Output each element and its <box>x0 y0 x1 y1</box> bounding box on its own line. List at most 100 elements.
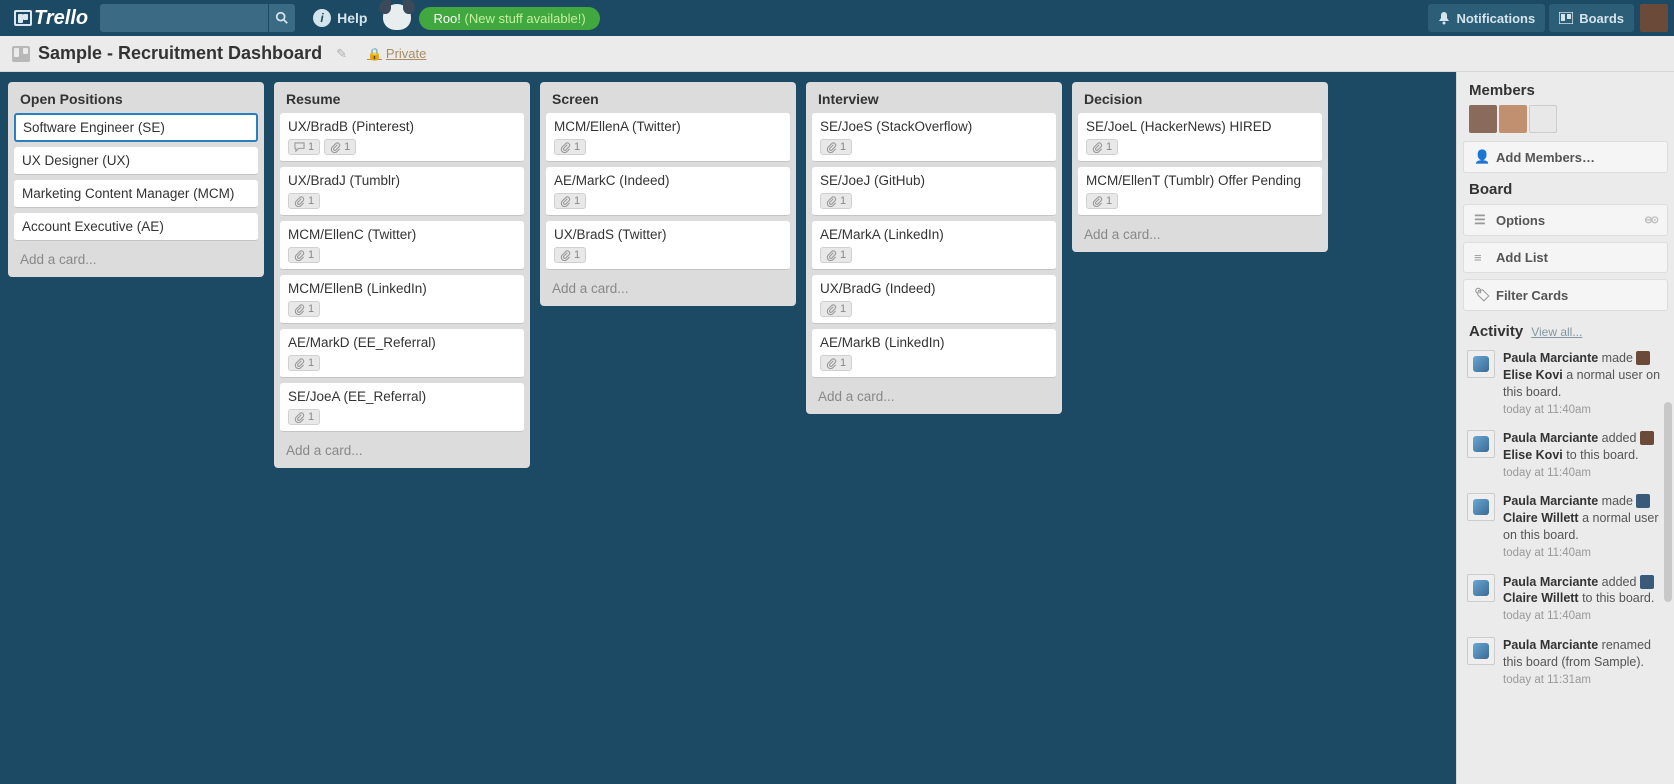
card[interactable]: MCM/EllenB (LinkedIn)1 <box>280 275 524 324</box>
card-title: UX Designer (UX) <box>22 153 250 168</box>
attachment-icon <box>1092 196 1103 207</box>
card[interactable]: AE/MarkB (LinkedIn)1 <box>812 329 1056 378</box>
member-avatar[interactable] <box>1469 105 1497 133</box>
activity-avatar[interactable] <box>1467 493 1495 521</box>
card[interactable]: Marketing Content Manager (MCM) <box>14 180 258 208</box>
view-all-link[interactable]: View all... <box>1531 325 1582 339</box>
activity-list: Paula Marciante made Elise Kovi a normal… <box>1457 344 1674 694</box>
attachment-icon <box>294 250 305 261</box>
add-card-link[interactable]: Add a card... <box>280 437 524 460</box>
search-input[interactable] <box>100 4 268 32</box>
member-avatar[interactable] <box>1499 105 1527 133</box>
attachment-icon <box>560 196 571 207</box>
add-card-link[interactable]: Add a card... <box>546 275 790 298</box>
member-avatar[interactable] <box>1529 105 1557 133</box>
search-button[interactable] <box>269 4 295 32</box>
card[interactable]: SE/JoeA (EE_Referral)1 <box>280 383 524 432</box>
card[interactable]: SE/JoeS (StackOverflow) 1 <box>812 113 1056 162</box>
activity-avatar[interactable] <box>1467 350 1495 378</box>
card[interactable]: SE/JoeL (HackerNews) HIRED 1 <box>1078 113 1322 162</box>
filter-cards-button[interactable]: 🏷 Filter Cards <box>1463 279 1668 311</box>
card-badges: 1 <box>288 409 516 425</box>
card[interactable]: AE/MarkD (EE_Referral)1 <box>280 329 524 378</box>
notifications-button[interactable]: Notifications <box>1428 4 1545 32</box>
attachment-count: 1 <box>308 303 314 315</box>
card[interactable]: MCM/EllenT (Tumblr) Offer Pending1 <box>1078 167 1322 216</box>
card[interactable]: MCM/EllenC (Twitter)1 <box>280 221 524 270</box>
help-label: Help <box>337 10 367 26</box>
attachment-icon <box>330 142 341 153</box>
card-title: Marketing Content Manager (MCM) <box>22 186 250 201</box>
card[interactable]: UX Designer (UX) <box>14 147 258 175</box>
attachment-icon <box>294 412 305 423</box>
attachment-badge: 1 <box>324 139 356 155</box>
boards-button[interactable]: Boards <box>1549 4 1634 32</box>
add-card-link[interactable]: Add a card... <box>14 246 258 269</box>
list-title[interactable]: Screen <box>546 88 790 113</box>
attachment-count: 1 <box>308 195 314 207</box>
list-title[interactable]: Open Positions <box>14 88 258 113</box>
card-title: SE/JoeS (StackOverflow) <box>820 119 1048 134</box>
card[interactable]: UX/BradB (Pinterest)11 <box>280 113 524 162</box>
attachment-count: 1 <box>308 411 314 423</box>
card-badges: 1 <box>554 193 782 209</box>
card[interactable]: UX/BradJ (Tumblr)1 <box>280 167 524 216</box>
options-button[interactable]: ☰ Options ⊖⊙ <box>1463 204 1668 236</box>
lock-icon: 🔒 <box>367 47 382 61</box>
list-title[interactable]: Interview <box>812 88 1056 113</box>
card[interactable]: AE/MarkA (LinkedIn)1 <box>812 221 1056 270</box>
options-icon: ☰ <box>1474 212 1488 228</box>
attachment-icon <box>294 196 305 207</box>
scrollbar-thumb[interactable] <box>1664 402 1672 602</box>
list-title[interactable]: Decision <box>1078 88 1322 113</box>
roo-new: (New stuff available!) <box>465 11 586 26</box>
card-badges: 1 <box>554 139 782 155</box>
private-toggle[interactable]: 🔒 Private <box>367 46 426 61</box>
board-header: Sample - Recruitment Dashboard ✎ 🔒 Priva… <box>0 36 1674 72</box>
attachment-icon <box>826 304 837 315</box>
members-row <box>1457 105 1674 141</box>
husky-mascot-icon[interactable] <box>377 0 417 36</box>
activity-avatar[interactable] <box>1467 430 1495 458</box>
card[interactable]: AE/MarkC (Indeed)1 <box>546 167 790 216</box>
attachment-count: 1 <box>308 357 314 369</box>
comment-badge: 1 <box>288 139 320 155</box>
filter-icon: 🏷 <box>1474 287 1488 303</box>
card[interactable]: MCM/EllenA (Twitter)1 <box>546 113 790 162</box>
board-title[interactable]: Sample - Recruitment Dashboard <box>38 43 322 64</box>
attachment-icon <box>1092 142 1103 153</box>
attachment-badge: 1 <box>1086 193 1118 209</box>
activity-avatar[interactable] <box>1467 574 1495 602</box>
board-canvas[interactable]: Open PositionsSoftware Engineer (SE) UX D… <box>0 72 1456 784</box>
card-badges: 1 <box>820 193 1048 209</box>
activity-text: Paula Marciante made Claire Willett a no… <box>1503 493 1664 561</box>
activity-text: Paula Marciante made Elise Kovi a normal… <box>1503 350 1664 418</box>
card-badges: 1 <box>820 355 1048 371</box>
card[interactable]: UX/BradG (Indeed)1 <box>812 275 1056 324</box>
user-avatar[interactable] <box>1640 4 1668 32</box>
help-link[interactable]: i Help <box>313 9 367 27</box>
add-list-button[interactable]: ≡ Add List <box>1463 242 1668 273</box>
logo[interactable]: Trello <box>6 7 96 30</box>
pencil-icon[interactable]: ✎ <box>336 46 347 62</box>
activity-avatar[interactable] <box>1467 637 1495 665</box>
roo-announce[interactable]: Roo! (New stuff available!) <box>419 7 599 30</box>
activity-time: today at 11:40am <box>1503 546 1664 562</box>
card[interactable]: SE/JoeJ (GitHub)1 <box>812 167 1056 216</box>
card[interactable]: Software Engineer (SE) <box>14 113 258 142</box>
card[interactable]: Account Executive (AE) <box>14 213 258 241</box>
card-badges: 1 <box>820 301 1048 317</box>
attachment-icon <box>560 250 571 261</box>
attachment-icon <box>826 358 837 369</box>
card[interactable]: UX/BradS (Twitter)1 <box>546 221 790 270</box>
activity-time: today at 11:40am <box>1503 403 1664 419</box>
card-title: SE/JoeL (HackerNews) HIRED <box>1086 119 1314 134</box>
search-icon <box>275 11 289 25</box>
add-members-button[interactable]: 👤 Add Members… <box>1463 141 1668 173</box>
add-card-link[interactable]: Add a card... <box>1078 221 1322 244</box>
add-card-link[interactable]: Add a card... <box>812 383 1056 406</box>
list-title[interactable]: Resume <box>280 88 524 113</box>
attachment-count: 1 <box>1106 141 1112 153</box>
attachment-count: 1 <box>840 141 846 153</box>
mini-avatar-icon <box>1640 431 1654 445</box>
